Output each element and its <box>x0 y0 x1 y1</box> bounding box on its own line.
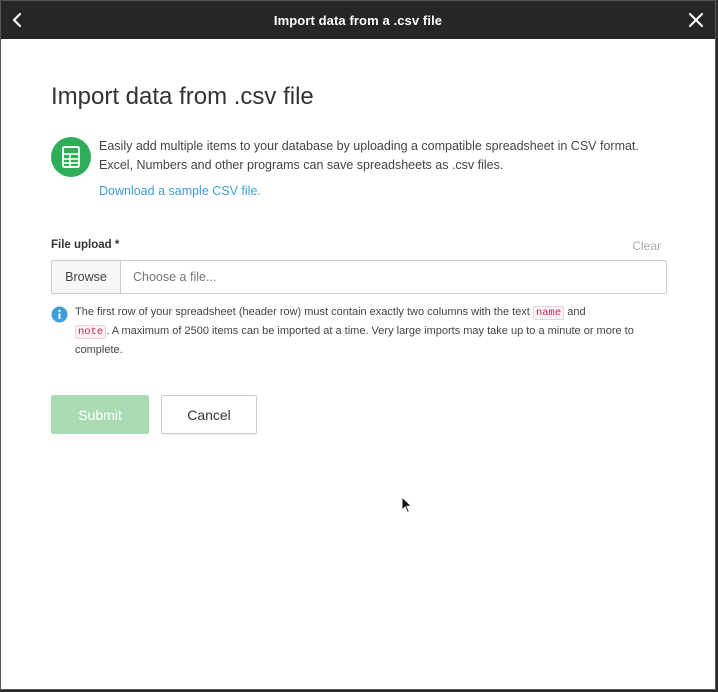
info-text-part-3: . A maximum of 2500 items can be importe… <box>75 325 634 356</box>
page-title: Import data from .csv file <box>51 83 314 110</box>
back-button[interactable] <box>7 9 29 31</box>
close-icon <box>688 12 704 28</box>
intro-line-1: Easily add multiple items to your databa… <box>99 139 639 153</box>
info-icon <box>51 306 68 323</box>
mouse-cursor-icon <box>401 496 413 514</box>
import-modal: Import data from a .csv file Import data… <box>0 0 716 690</box>
file-name-display[interactable]: Choose a file... <box>121 261 666 293</box>
cancel-button[interactable]: Cancel <box>161 395 257 434</box>
close-button[interactable] <box>687 11 705 29</box>
clear-link[interactable]: Clear <box>632 239 661 253</box>
code-note: note <box>75 325 107 339</box>
modal-titlebar: Import data from a .csv file <box>1 1 715 39</box>
spreadsheet-icon <box>51 137 91 177</box>
modal-title: Import data from a .csv file <box>273 12 443 28</box>
browse-button[interactable]: Browse <box>52 261 121 293</box>
info-text: The first row of your spreadsheet (heade… <box>75 303 671 359</box>
file-upload-field[interactable]: Browse Choose a file... <box>51 260 667 294</box>
chevron-left-icon <box>12 12 22 28</box>
info-text-part-1: The first row of your spreadsheet (heade… <box>75 306 530 318</box>
info-text-part-2: and <box>567 306 586 318</box>
file-upload-label: File upload * <box>51 239 120 251</box>
intro-description: Easily add multiple items to your databa… <box>99 137 671 175</box>
download-sample-link[interactable]: Download a sample CSV file. <box>99 184 261 198</box>
submit-button[interactable]: Submit <box>51 395 149 434</box>
code-name: name <box>532 306 565 320</box>
intro-line-2: Excel, Numbers and other programs can sa… <box>99 158 504 172</box>
